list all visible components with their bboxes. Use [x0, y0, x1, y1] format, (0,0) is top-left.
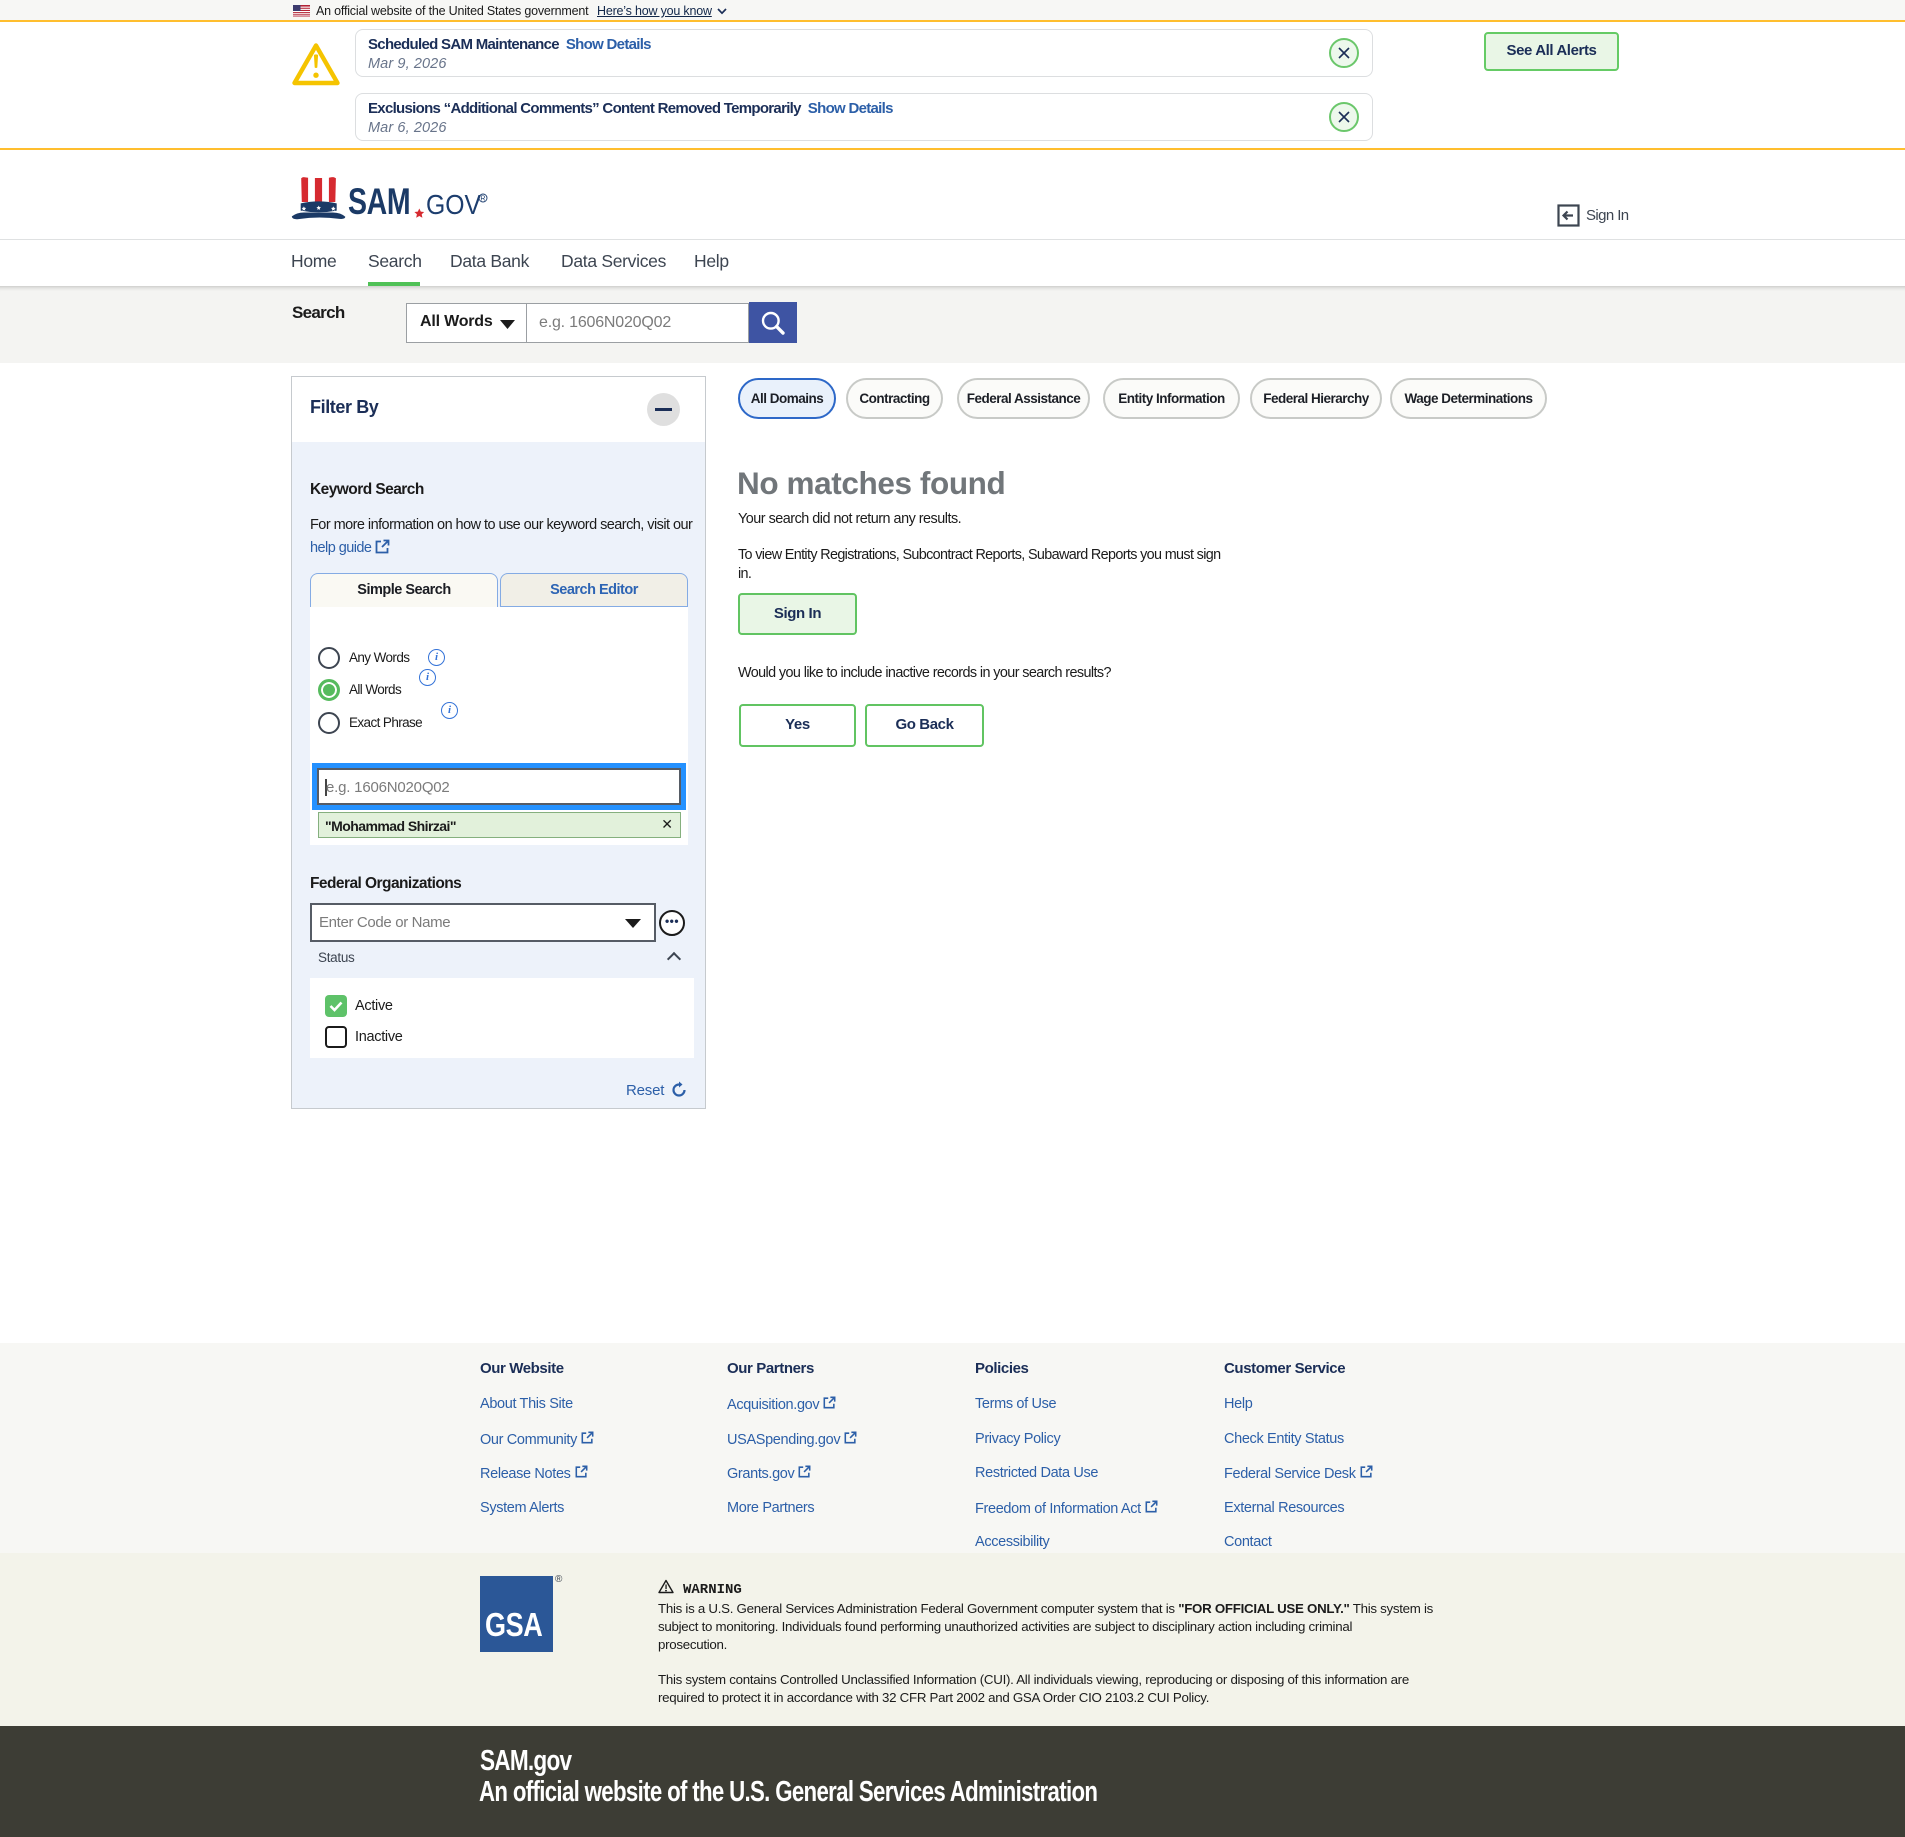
svg-text:SAM: SAM [348, 181, 410, 222]
svg-text:GOV: GOV [426, 189, 482, 221]
svg-text:R: R [480, 196, 485, 203]
